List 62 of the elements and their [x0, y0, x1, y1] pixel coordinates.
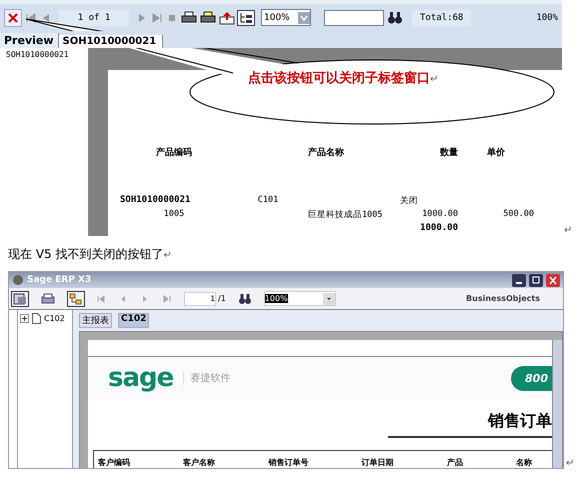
- printer-icon[interactable]: [181, 10, 197, 24]
- tree-item[interactable]: C102: [18, 313, 72, 324]
- tab[interactable]: SOH1010000021: [58, 35, 164, 48]
- callout-text: 点击该按钮可以关闭子标签窗口↵: [248, 70, 438, 87]
- product-code: 1005: [162, 209, 186, 221]
- scrollbar[interactable]: [552, 340, 562, 468]
- tree-toggle-icon[interactable]: [238, 10, 254, 24]
- printer-icon[interactable]: [40, 292, 56, 306]
- page-total: /1: [218, 294, 226, 303]
- tab[interactable]: C102: [118, 313, 150, 328]
- caption-text: 现在 V5 找不到关闭的按钮了↵: [8, 246, 173, 263]
- order-number: SOH1010000021: [120, 195, 192, 207]
- binoculars-icon[interactable]: [238, 292, 252, 304]
- phone-badge: 800: [511, 366, 552, 390]
- binoculars-icon[interactable]: [387, 10, 403, 24]
- first-page-icon[interactable]: [25, 12, 37, 24]
- logo-subtitle: 赛捷软件: [183, 371, 230, 385]
- maximize-icon[interactable]: [529, 274, 543, 286]
- tab[interactable]: Preview: [0, 33, 59, 48]
- customer-code: C101: [256, 195, 280, 207]
- total-count: Total:68: [412, 10, 472, 26]
- close-icon[interactable]: [546, 274, 560, 286]
- export-icon[interactable]: [12, 292, 28, 306]
- page-field[interactable]: 1: [184, 292, 216, 306]
- column-header: 单价: [486, 146, 506, 159]
- column-header: 产品名称: [308, 146, 345, 159]
- app-icon: [12, 274, 24, 286]
- unit-price: 500.00: [502, 209, 534, 221]
- minimize-icon[interactable]: [512, 274, 526, 286]
- column-header: 名称: [516, 457, 532, 468]
- order-status: 关闭: [399, 195, 418, 207]
- sage-logo: sage: [108, 363, 174, 393]
- tree-toggle-icon[interactable]: [68, 292, 84, 306]
- search-field[interactable]: [324, 10, 384, 26]
- close-icon: [8, 12, 18, 22]
- zoom-readout: 100%: [536, 12, 558, 22]
- tab[interactable]: 主报表: [79, 313, 112, 328]
- zoom-dropdown[interactable]: 100%: [261, 9, 311, 26]
- total-quantity: 1000.00: [419, 223, 458, 233]
- window-title: Sage ERP X3: [27, 275, 92, 285]
- document-icon: [32, 313, 41, 324]
- quantity: 1000.00: [421, 209, 458, 221]
- column-header: 产品编码: [155, 146, 193, 159]
- return-mark: ↵: [566, 458, 574, 469]
- caret-icon: [322, 292, 335, 304]
- page-indicator: 1 of 1: [59, 10, 129, 26]
- expand-icon[interactable]: [20, 314, 29, 323]
- column-header: 客户名称: [183, 457, 216, 468]
- tree-item[interactable]: SOH1010000021: [0, 50, 69, 59]
- caret-icon: [298, 12, 310, 24]
- column-header: 数量: [439, 146, 458, 159]
- product-name: 巨星科技成品1005: [308, 209, 384, 221]
- zoom-dropdown[interactable]: 100%: [264, 291, 336, 306]
- column-header: 销售订单号: [268, 457, 308, 468]
- close-tab-button[interactable]: [4, 8, 22, 26]
- brand-logo: BusinessObjects: [466, 294, 540, 303]
- column-header: 订单日期: [362, 457, 394, 468]
- export-icon[interactable]: [219, 10, 235, 24]
- column-header: 客户编码: [98, 457, 130, 468]
- printer-setup-icon[interactable]: [200, 10, 216, 24]
- return-mark: ↵: [564, 225, 572, 236]
- column-header: 产品: [446, 457, 463, 468]
